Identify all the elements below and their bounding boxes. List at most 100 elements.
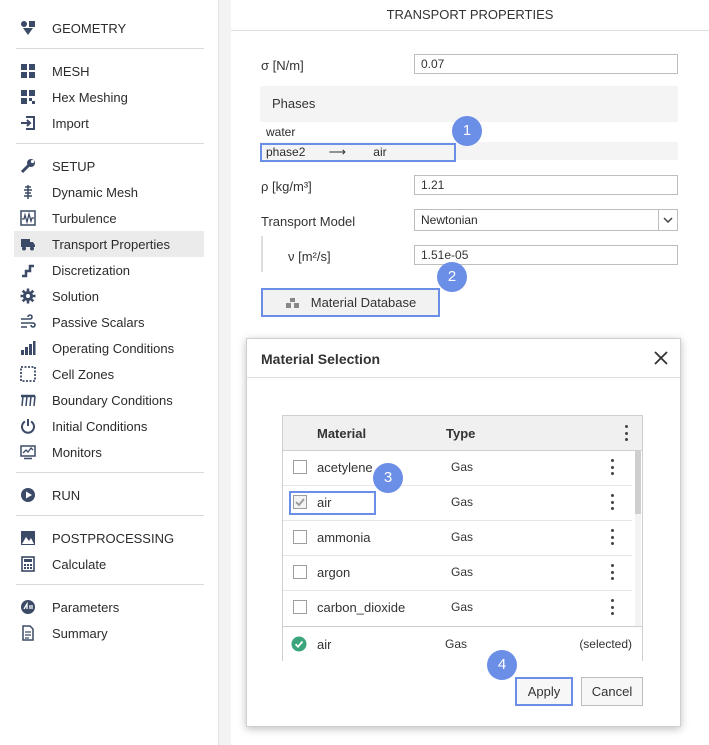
- sidebar-item-setup[interactable]: SETUP: [14, 153, 204, 179]
- row-checkbox[interactable]: [293, 565, 307, 579]
- column-menu-icon[interactable]: [623, 425, 629, 441]
- monitor-icon: [20, 444, 36, 460]
- geometry-icon: [20, 20, 36, 36]
- gear-icon: [20, 288, 36, 304]
- material-selection-dialog: Material Selection Material Type acetyle…: [246, 338, 681, 727]
- density-label: ρ [kg/m³]: [261, 179, 312, 194]
- row-menu-icon[interactable]: [609, 564, 615, 580]
- apply-button[interactable]: Apply: [515, 677, 573, 706]
- sidebar-item-operating-conditions[interactable]: Operating Conditions: [14, 335, 204, 361]
- density-input[interactable]: [414, 175, 678, 195]
- sidebar-item-cell-zones[interactable]: Cell Zones: [14, 361, 204, 387]
- table-row[interactable]: acetylene Gas: [283, 450, 632, 486]
- wind-icon: [20, 314, 36, 330]
- sidebar-item-label: Dynamic Mesh: [52, 184, 138, 200]
- sidebar-item-run[interactable]: RUN: [14, 482, 204, 508]
- row-menu-icon[interactable]: [609, 494, 615, 510]
- sidebar-item-label: Calculate: [52, 556, 107, 572]
- table-row[interactable]: argon Gas: [283, 555, 632, 591]
- arrow-right-icon: ⟶: [328, 145, 346, 159]
- selected-status: (selected): [579, 637, 632, 651]
- row-material: argon: [317, 565, 351, 580]
- row-menu-icon[interactable]: [609, 599, 615, 615]
- power-icon: [20, 418, 36, 434]
- sidebar: GEOMETRY MESH Hex Meshing Import SETUP D…: [0, 0, 219, 745]
- row-checkbox[interactable]: [293, 460, 307, 474]
- table-scrollbar[interactable]: [635, 450, 641, 626]
- turbulence-icon: [20, 210, 36, 226]
- row-material: ammonia: [317, 530, 371, 545]
- sidebar-item-discretization[interactable]: Discretization: [14, 257, 204, 283]
- sidebar-item-label: GEOMETRY: [52, 20, 127, 36]
- parameters-icon: [20, 599, 36, 615]
- sidebar-item-import[interactable]: Import: [14, 110, 204, 136]
- sigma-input[interactable]: [414, 54, 678, 74]
- close-icon[interactable]: [652, 349, 670, 367]
- sidebar-item-turbulence[interactable]: Turbulence: [14, 205, 204, 231]
- selected-material: air: [317, 637, 332, 652]
- phase-material: air: [373, 145, 387, 159]
- transport-model-select[interactable]: Newtonian: [414, 209, 678, 231]
- sidebar-item-label: Cell Zones: [52, 366, 115, 382]
- sidebar-item-label: Passive Scalars: [52, 314, 145, 330]
- bars-icon: [20, 340, 36, 356]
- sidebar-item-boundary-conditions[interactable]: Boundary Conditions: [14, 387, 204, 413]
- sidebar-item-transport-properties[interactable]: Transport Properties: [14, 231, 204, 257]
- sidebar-divider: [16, 515, 204, 516]
- table-row[interactable]: ammonia Gas: [283, 520, 632, 556]
- sidebar-divider: [16, 143, 204, 144]
- sidebar-item-calculate[interactable]: Calculate: [14, 551, 204, 577]
- cancel-button[interactable]: Cancel: [581, 677, 643, 706]
- sidebar-item-dynamic-mesh[interactable]: Dynamic Mesh: [14, 179, 204, 205]
- row-type: Gas: [451, 495, 474, 509]
- selected-type: Gas: [445, 637, 468, 651]
- sidebar-item-label: Import: [52, 115, 89, 131]
- sidebar-item-label: Turbulence: [52, 210, 117, 226]
- material-database-button[interactable]: Material Database: [261, 288, 440, 317]
- table-row[interactable]: carbon_dioxide Gas: [283, 590, 632, 625]
- row-material: acetylene: [317, 460, 373, 475]
- dynamic-mesh-icon: [20, 184, 36, 200]
- sidebar-item-parameters[interactable]: Parameters: [14, 594, 204, 620]
- row-menu-icon[interactable]: [609, 529, 615, 545]
- sidebar-item-label: Transport Properties: [52, 236, 171, 252]
- sidebar-item-mesh[interactable]: MESH: [14, 58, 204, 84]
- truck-icon: [20, 236, 36, 252]
- phase-item-phase2[interactable]: phase2 ⟶ air: [260, 143, 456, 162]
- sidebar-item-solution[interactable]: Solution: [14, 283, 204, 309]
- viscosity-label: ν [m²/s]: [288, 249, 331, 264]
- sidebar-item-label: Monitors: [52, 444, 102, 460]
- sidebar-item-label: MESH: [52, 63, 90, 79]
- sidebar-item-initial-conditions[interactable]: Initial Conditions: [14, 413, 204, 439]
- row-menu-icon[interactable]: [609, 459, 615, 475]
- column-header-type[interactable]: Type: [446, 426, 475, 441]
- scrollbar-thumb[interactable]: [635, 450, 641, 514]
- sidebar-item-passive-scalars[interactable]: Passive Scalars: [14, 309, 204, 335]
- phases-header: Phases: [272, 96, 316, 111]
- grid-icon: [20, 63, 36, 79]
- step-badge-4: 4: [487, 650, 517, 680]
- cell-zones-icon: [20, 366, 36, 382]
- sidebar-item-label: Discretization: [52, 262, 131, 278]
- row-checkbox[interactable]: [293, 530, 307, 544]
- column-header-material[interactable]: Material: [317, 426, 366, 441]
- wrench-icon: [20, 158, 36, 174]
- indent-rule: [261, 236, 263, 272]
- material-table: Material Type acetylene Gas air Gas ammo…: [282, 415, 643, 661]
- selected-material-row: air Gas (selected): [283, 626, 642, 661]
- sidebar-item-monitors[interactable]: Monitors: [14, 439, 204, 465]
- transport-model-value: Newtonian: [421, 213, 478, 227]
- sidebar-divider: [16, 48, 204, 49]
- sidebar-divider: [16, 584, 204, 585]
- sidebar-item-geometry[interactable]: GEOMETRY: [14, 15, 204, 41]
- calculator-icon: [20, 556, 36, 572]
- sidebar-item-label: Hex Meshing: [52, 89, 128, 105]
- sidebar-item-hex-meshing[interactable]: Hex Meshing: [14, 84, 204, 110]
- dialog-title: Material Selection: [261, 351, 381, 367]
- sidebar-item-postprocessing[interactable]: POSTPROCESSING: [14, 525, 204, 551]
- phase-name: phase2: [266, 145, 306, 159]
- chevron-down-icon: [658, 210, 677, 230]
- row-checkbox[interactable]: [293, 600, 307, 614]
- dialog-divider: [247, 377, 680, 378]
- sidebar-item-summary[interactable]: Summary: [14, 620, 204, 646]
